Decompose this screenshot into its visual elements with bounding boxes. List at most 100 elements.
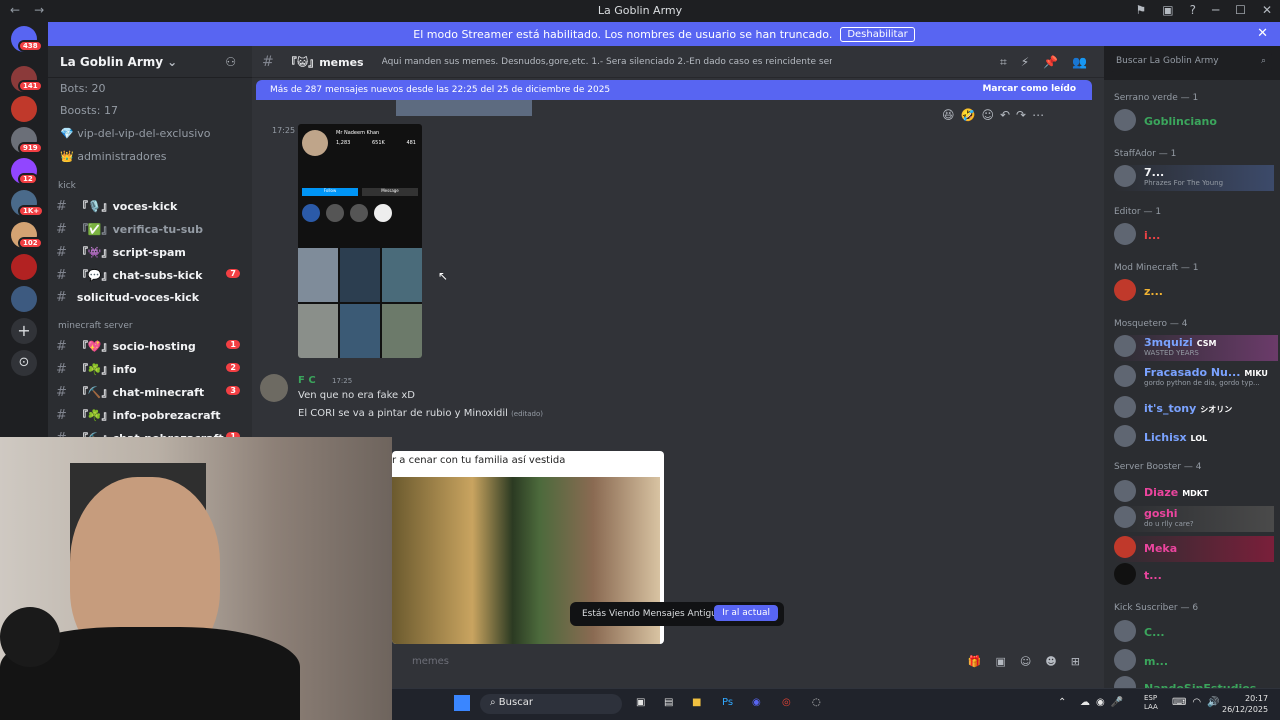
minimize-icon[interactable]: ─ [1212,3,1219,17]
composer-icons[interactable]: 🎁▣☺☻⊞ [968,655,1094,668]
instagram-screenshot[interactable]: Mr Nadeem Khan 1,283 651K 481 Follow Messa… [298,124,422,358]
taskbar-search[interactable]: ⌕ Buscar [480,694,622,714]
close-icon[interactable]: ✕ [1257,26,1268,41]
mark-read-button[interactable]: Marcar como leído [982,84,1076,94]
profile-avatar [302,130,328,156]
close-window-icon[interactable]: ✕ [1262,3,1272,17]
title-bar: ← → La Goblin Army ⚑ ▣? ─ ☐ ✕ [0,0,1280,22]
channel-item[interactable]: # 『💬』chat-subs-kick 7 [56,267,246,283]
guild-badge: 438 [18,40,43,52]
taskview-icon[interactable]: ▣ [636,697,645,708]
guild-badge: 141 [18,80,43,92]
channel-topic[interactable]: Aqui manden sus memes. Desnudos,gore,etc… [382,57,832,67]
member-item[interactable]: Goblinciano [1114,109,1278,135]
disable-button[interactable]: Deshabilitar [840,26,915,42]
role-header: Serrano verde — 1 [1114,93,1199,103]
new-messages-bar[interactable]: Más de 287 mensajes nuevos desde las 22:… [256,80,1092,100]
jump-to-present-button[interactable]: Ir al actual [714,605,778,621]
member-list: Serrano verde — 1 Goblinciano StaffAdor … [1104,80,1280,700]
tray-chevron-icon[interactable]: ⌃ [1058,697,1066,708]
category-minecraft[interactable]: minecraft server [58,321,133,331]
member-item[interactable]: C... [1114,620,1278,646]
member-item[interactable]: 7... Phrazes For The Young [1114,165,1274,191]
chrome-icon[interactable]: ◎ [782,697,791,708]
webcam-overlay [0,437,392,720]
role-header: StaffAdor — 1 [1114,149,1177,159]
message-time: 17:25 [332,377,353,385]
server-header[interactable]: La Goblin Army ⌄ ⚇ [48,46,252,78]
channel-item[interactable]: # 『🎙️』voces-kick [56,198,246,214]
member-item[interactable]: m... [1114,649,1278,675]
old-messages-toast: Estás Viendo Mensajes Antiguos Ir al act… [570,602,784,626]
tray-icons[interactable]: ☁◉🎤 [1080,697,1129,708]
screen-icon[interactable]: ▣ [1162,3,1173,17]
app-icon[interactable]: ▤ [664,697,673,708]
server-icon[interactable] [11,286,37,312]
member-item[interactable]: t... [1114,563,1278,589]
member-item[interactable]: i... [1114,223,1278,249]
start-icon[interactable] [454,695,470,711]
avatar[interactable] [260,374,288,402]
invite-icon[interactable]: ⚇ [225,55,236,69]
message-composer[interactable]: memes 🎁▣☺☻⊞ [392,652,1100,674]
message-line: El CORI se va a pintar de rubio y Minoxi… [298,408,543,419]
folder-icon[interactable]: ■ [692,697,701,708]
stat-row: Bots: 20 [60,82,106,95]
hash-icon: # [262,53,274,70]
message-actions[interactable]: 😆🤣☺↶↷⋯ [942,108,1050,122]
channel-name: 『😺』memes [285,55,364,69]
member-item[interactable]: 3mquizi CSM WASTED YEARS [1114,335,1278,361]
server-icon[interactable] [11,254,37,280]
guild-badge: 1K+ [18,205,45,217]
member-item[interactable]: z... [1114,279,1278,305]
previous-image[interactable] [396,100,532,116]
role-header: Kick Suscriber — 6 [1114,603,1199,613]
app-icon[interactable]: ◌ [812,697,821,708]
channel-item[interactable]: # 『👾』script-spam [56,244,246,260]
pinned-channel[interactable]: 💎 vip-del-vip-del-exclusivo [60,127,211,140]
channel-item[interactable]: # 『💖』socio-hosting 1 [56,338,246,354]
stat-row: Boosts: 17 [60,104,118,117]
member-item[interactable]: Lichisx LOL [1114,425,1278,451]
member-item[interactable]: Diaze MDKT [1114,480,1278,506]
member-item[interactable]: it's_tony シオリン [1114,396,1278,422]
help-icon[interactable]: ? [1190,3,1196,17]
add-server-icon[interactable]: + [11,318,37,344]
window-controls: ⚑ ▣? ─ ☐ ✕ [1135,3,1272,17]
server-icon[interactable] [11,96,37,122]
chat-header: # 『😺』memes Aqui manden sus memes. Desnud… [252,46,1104,78]
guild-badge: 919 [18,142,43,154]
channel-item[interactable]: # solicitud-voces-kick [56,290,246,305]
channel-item[interactable]: # 『☘️』info-pobrezacraft [56,407,246,423]
member-item[interactable]: Meka [1114,536,1274,562]
category-kick[interactable]: kick [58,181,76,191]
channel-item[interactable]: # 『⛏️』chat-minecraft 3 [56,384,246,400]
discover-icon[interactable]: ⊙ [11,350,37,376]
old-messages-text: Estás Viendo Mensajes Antiguos [582,609,728,619]
message-button: Message [362,188,418,196]
search-icon: ⌕ [1260,56,1266,66]
language-indicator[interactable]: ESP LAA [1144,694,1158,712]
clock[interactable]: 20:17 26/12/2025 [1222,693,1268,715]
composer-placeholder: memes [412,656,449,667]
system-icons[interactable]: ⌨◠🔊 [1172,697,1226,708]
search-input[interactable]: Buscar La Goblin Army ⌕ [1110,52,1272,72]
role-header: Editor — 1 [1114,207,1162,217]
channel-item[interactable]: # 『✅』verifica-tu-sub [56,221,246,237]
ig-stats: 1,283 651K 481 [336,140,416,146]
ig-highlights [302,204,416,224]
member-item[interactable]: Fracasado Nu... MIKU gordo python de dia, … [1114,365,1278,391]
inbox-icon[interactable]: ⚑ [1135,3,1146,17]
meme-caption: r a cenar con tu familia así vestida [392,455,566,466]
message-time: 17:25 [272,126,296,135]
pinned-channel[interactable]: 👑 administradores [60,150,167,163]
photoshop-icon[interactable]: Ps [722,697,733,708]
ig-grid [298,248,422,358]
header-icons[interactable]: ⌗⚡📌👥 [1000,55,1101,70]
message-author[interactable]: F C [298,375,316,386]
maximize-icon[interactable]: ☐ [1235,3,1246,17]
discord-icon[interactable]: ◉ [752,697,761,708]
channel-item[interactable]: # 『☘️』info 2 [56,361,246,377]
member-item[interactable]: goshi do u rlly care? [1114,506,1274,532]
banner-text: El modo Streamer está habilitado. Los no… [413,27,833,41]
